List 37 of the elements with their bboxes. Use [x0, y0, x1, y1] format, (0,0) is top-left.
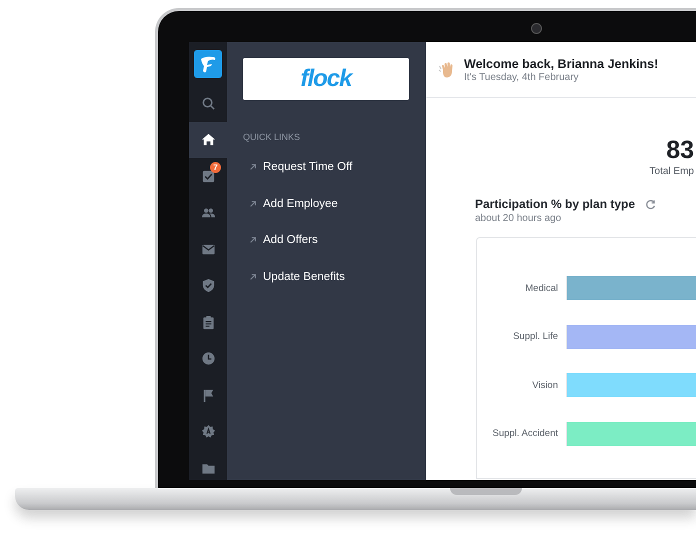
- arrow-icon: [249, 163, 257, 171]
- arrow-icon: [249, 200, 257, 208]
- hinge-notch: [450, 488, 522, 495]
- arrow-icon: [249, 272, 257, 280]
- camera-icon: [531, 23, 542, 34]
- bar-label: Suppl. Life: [512, 331, 559, 342]
- home-icon: [200, 132, 216, 148]
- quick-link[interactable]: Add Employee: [249, 196, 409, 210]
- stat-label: Total Emp: [650, 166, 694, 177]
- notification-badge: 7: [210, 162, 221, 173]
- date-text: It's Tuesday, 4th February: [464, 72, 580, 82]
- section-heading: QUICK LINKS: [243, 132, 302, 142]
- link-label: Request Time Off: [263, 160, 352, 174]
- chart-title: Participation % by plan type: [475, 197, 636, 211]
- bar-label: Vision: [531, 380, 559, 391]
- bar-label: Suppl. Accident: [492, 428, 559, 440]
- refresh-icon[interactable]: [645, 198, 656, 210]
- shield-icon: [200, 278, 216, 294]
- tasks-icon: [200, 168, 216, 184]
- quick-link[interactable]: Add Offers: [249, 233, 409, 247]
- brand-logo: flock: [300, 65, 352, 93]
- clipboard-icon: [200, 314, 216, 330]
- link-label: Add Employee: [263, 196, 338, 210]
- stat-value: 83: [666, 136, 694, 164]
- quick-link[interactable]: Request Time Off: [249, 160, 409, 174]
- quick-link[interactable]: Update Benefits: [249, 270, 409, 284]
- cog-icon: [200, 424, 216, 440]
- bar-label: Medical: [524, 282, 559, 294]
- search-icon: [200, 96, 216, 111]
- logo-icon[interactable]: [194, 50, 222, 78]
- link-label: Update Benefits: [263, 270, 345, 284]
- arrow-icon: [249, 236, 257, 244]
- link-label: Add Offers: [263, 233, 318, 247]
- updated-time: about 20 hours ago: [475, 213, 562, 224]
- clock-icon: [200, 351, 216, 366]
- sidebar-item[interactable]: [189, 122, 227, 158]
- welcome-title: Welcome back, Brianna Jenkins!: [464, 56, 658, 70]
